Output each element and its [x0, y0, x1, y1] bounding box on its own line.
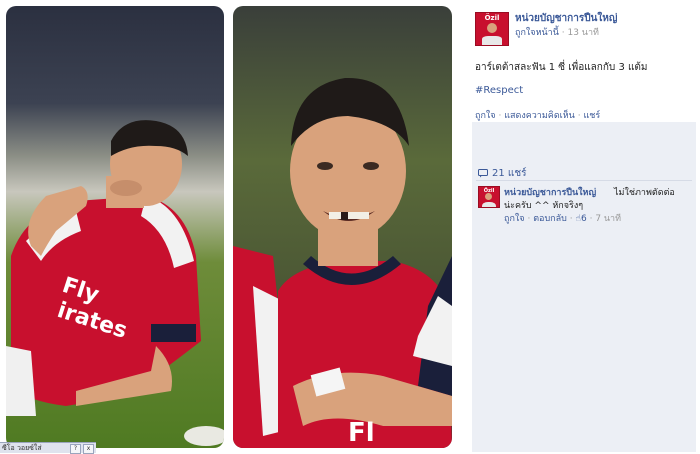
- close-button[interactable]: x: [83, 444, 94, 454]
- meta-separator: ·: [527, 214, 531, 224]
- share-button[interactable]: แชร์: [583, 111, 600, 121]
- help-button[interactable]: ?: [70, 444, 81, 454]
- post-text: อาร์เตต้าสละฟัน 1 ซี่ เพื่อแลกกับ 3 แต้ม: [475, 62, 648, 73]
- svg-text:Fl: Fl: [348, 418, 375, 448]
- avatar-head: [487, 23, 497, 33]
- avatar-label: Özil: [484, 14, 500, 22]
- action-separator: ·: [498, 111, 502, 121]
- comment-meta: ถูกใจ · ตอบกลับ · ☝6 · 7 นาที: [504, 211, 621, 225]
- comment-text-line1: ไม่ใช่ภาพตัดต่อ: [614, 188, 675, 198]
- share-icon: [478, 168, 488, 177]
- shares-count: 21 แชร์: [492, 168, 527, 179]
- right-photo-illustration: Fl: [233, 77, 452, 448]
- like-button[interactable]: ถูกใจ: [475, 111, 496, 121]
- meta-separator: ·: [589, 214, 593, 224]
- comment-avatar[interactable]: Özil: [478, 186, 500, 208]
- photo-right[interactable]: Fl: [233, 6, 452, 448]
- comment-text-line2: น่ะครับ ^^ หักจริงๆ: [504, 201, 584, 211]
- comment-reply-button[interactable]: ตอบกลับ: [533, 214, 567, 224]
- shares-row[interactable]: 21 แชร์: [478, 166, 527, 181]
- post-actions: ถูกใจ · แสดงความคิดเห็น · แชร์: [475, 108, 600, 122]
- comment-like-button[interactable]: ถูกใจ: [504, 214, 525, 224]
- comment-time[interactable]: 7 นาที: [595, 214, 621, 224]
- comment-likes-count[interactable]: 6: [581, 214, 587, 224]
- left-photo-illustration: Fly irates: [6, 120, 224, 446]
- post-meta: ถูกใจหน้านี้ · 13 นาที: [515, 25, 599, 39]
- like-page-link[interactable]: ถูกใจหน้านี้: [515, 28, 559, 38]
- avatar-body: [482, 33, 502, 45]
- action-separator: ·: [577, 111, 581, 121]
- divider: [476, 180, 692, 181]
- page-avatar[interactable]: Özil: [475, 12, 509, 46]
- meta-separator: ·: [561, 28, 565, 38]
- avatar-head: [485, 193, 492, 200]
- comment-author[interactable]: หน่วยบัญชาการปืนใหญ่: [504, 185, 596, 199]
- comment-button[interactable]: แสดงความคิดเห็น: [504, 111, 575, 121]
- meta-separator: ·: [569, 214, 573, 224]
- photo-left[interactable]: Fly irates: [6, 6, 224, 448]
- page-name-link[interactable]: หน่วยบัญชาการปืนใหญ่: [515, 11, 617, 26]
- post-time[interactable]: 13 นาที: [567, 28, 598, 38]
- hashtag-link[interactable]: #Respect: [475, 85, 523, 96]
- bottom-widget[interactable]: ซีโอ วอยซ์ใส่ ? x: [0, 442, 96, 454]
- avatar-body: [482, 200, 496, 207]
- bottom-widget-label: ซีโอ วอยซ์ใส่: [2, 444, 42, 452]
